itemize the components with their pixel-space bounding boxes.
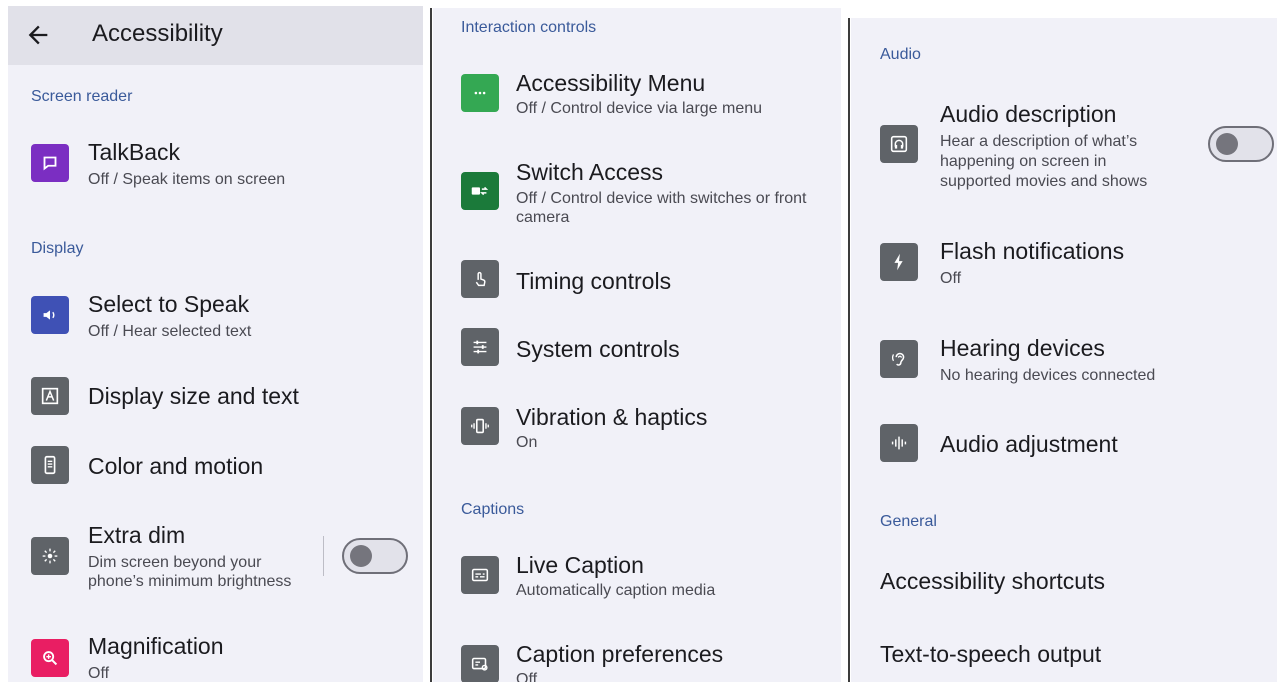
item-title: Vibration & haptics — [516, 404, 708, 430]
item-title: Accessibility Menu — [516, 70, 706, 96]
text-size-icon — [31, 377, 69, 415]
item-subtitle-line-1: Off / Control device with switches or fr… — [516, 190, 807, 207]
list-item-text-to-speech[interactable]: Text-to-speech output — [880, 640, 1101, 668]
item-subtitle: No hearing devices connected — [940, 367, 1156, 384]
section-general: General — [880, 513, 937, 530]
accessibility-panel-2: Interaction controls Accessibility Menu … — [433, 8, 841, 682]
section-display: Display — [31, 240, 84, 257]
arrow-back-icon[interactable] — [24, 21, 52, 49]
item-subtitle-line-1: Hear a description of what’s — [940, 133, 1138, 150]
item-subtitle-line-3: supported movies and shows — [940, 173, 1148, 190]
item-subtitle: Off — [516, 671, 538, 682]
page-title: Accessibility — [92, 20, 223, 47]
touch-timer-icon — [461, 260, 499, 298]
dim-icon — [31, 537, 69, 575]
item-title: Timing controls — [516, 268, 672, 294]
item-title: Display size and text — [88, 383, 299, 409]
toggle-knob — [1216, 133, 1238, 155]
item-title: Magnification — [88, 633, 224, 659]
vibration-icon — [461, 407, 499, 445]
item-subtitle: Off / Control device via large menu — [516, 100, 763, 117]
audio-description-toggle[interactable] — [1208, 126, 1274, 162]
item-title: Switch Access — [516, 159, 663, 185]
item-subtitle: Off — [88, 665, 110, 682]
item-title: Live Caption — [516, 552, 644, 578]
item-subtitle-line-2: phone’s minimum brightness — [88, 573, 292, 590]
sliders-icon — [461, 328, 499, 366]
item-title: Flash notifications — [940, 238, 1125, 264]
caption-settings-icon — [461, 645, 499, 682]
hearing-icon — [880, 340, 918, 378]
item-title: Color and motion — [88, 453, 264, 479]
caption-icon — [461, 556, 499, 594]
extra-dim-toggle[interactable] — [342, 538, 408, 574]
section-screen-reader: Screen reader — [31, 88, 133, 105]
switch-icon — [461, 172, 499, 210]
item-title: Audio adjustment — [940, 431, 1118, 457]
toggle-knob — [350, 545, 372, 567]
speaker-icon — [31, 296, 69, 334]
item-title: Hearing devices — [940, 335, 1105, 361]
item-subtitle: Off — [940, 270, 962, 287]
panel-divider — [848, 18, 850, 682]
audio-description-icon — [880, 125, 918, 163]
menu-dots-icon — [461, 74, 499, 112]
audio-wave-icon — [880, 424, 918, 462]
app-bar: Accessibility — [8, 6, 423, 65]
item-title: Caption preferences — [516, 641, 724, 667]
section-audio: Audio — [880, 46, 921, 63]
item-subtitle: Off / Speak items on screen — [88, 171, 286, 188]
list-item-accessibility-shortcuts[interactable]: Accessibility shortcuts — [880, 567, 1105, 595]
item-title: Extra dim — [88, 522, 186, 548]
item-subtitle: On — [516, 434, 538, 451]
divider — [323, 536, 324, 576]
item-subtitle: Off / Hear selected text — [88, 323, 252, 340]
accessibility-panel-3: Audio Audio description Hear a descripti… — [851, 18, 1277, 682]
section-interaction-controls: Interaction controls — [461, 19, 597, 36]
item-title: TalkBack — [88, 139, 181, 165]
item-title: Audio description — [940, 101, 1117, 127]
panel-divider — [430, 8, 432, 682]
magnify-icon — [31, 639, 69, 677]
accessibility-panel-1: Accessibility Screen reader TalkBack Off… — [8, 6, 423, 682]
item-subtitle-line-2: happening on screen in — [940, 153, 1107, 170]
section-captions: Captions — [461, 501, 525, 518]
item-title: System controls — [516, 336, 680, 362]
chat-bubble-icon — [31, 144, 69, 182]
phone-color-icon — [31, 446, 69, 484]
item-subtitle: Automatically caption media — [516, 582, 716, 599]
item-subtitle-line-2: camera — [516, 209, 570, 226]
item-title: Select to Speak — [88, 291, 250, 317]
flash-icon — [880, 243, 918, 281]
item-subtitle-line-1: Dim screen beyond your — [88, 554, 262, 571]
